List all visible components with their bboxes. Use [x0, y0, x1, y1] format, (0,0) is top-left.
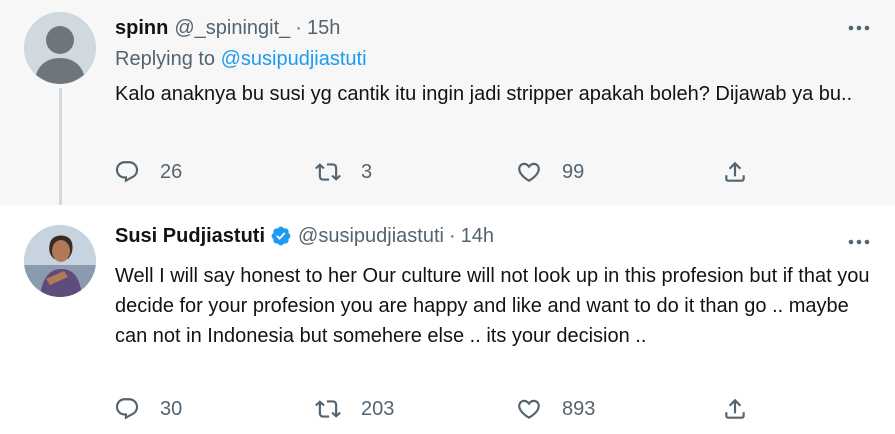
- like-button[interactable]: 893: [516, 393, 595, 425]
- retweet-count: 3: [361, 160, 373, 183]
- share-button[interactable]: [722, 156, 748, 188]
- share-button[interactable]: [722, 393, 748, 425]
- retweet-count: 203: [361, 397, 395, 420]
- separator-dot: ·: [295, 16, 302, 39]
- tweet-text: Well I will say honest to her Our cultur…: [115, 265, 870, 347]
- like-icon: [518, 162, 540, 182]
- replying-to: Replying to @susipudjiastuti: [115, 48, 367, 71]
- separator-dot: ·: [448, 224, 456, 247]
- retweet-icon: [315, 163, 341, 181]
- tweet-text: Kalo anaknya bu susi yg cantik itu ingin…: [115, 83, 853, 105]
- reply-button[interactable]: 26: [114, 156, 182, 188]
- timestamp[interactable]: 14h: [461, 225, 494, 248]
- like-count: 99: [562, 160, 585, 183]
- reply-icon: [115, 161, 139, 183]
- share-icon: [725, 161, 745, 182]
- more-options-button[interactable]: [845, 14, 873, 42]
- replying-to-label: Replying to: [115, 48, 216, 70]
- user-handle[interactable]: @susipudjiastuti: [298, 225, 444, 248]
- thread-connector-line: [59, 88, 62, 220]
- default-profile-icon: [24, 12, 96, 84]
- like-icon: [518, 399, 540, 419]
- user-handle[interactable]: @_spiningit_: [174, 17, 290, 40]
- retweet-icon: [315, 400, 341, 418]
- reply-icon: [115, 398, 139, 420]
- reply-button[interactable]: 30: [114, 393, 182, 425]
- like-count: 893: [562, 397, 596, 420]
- avatar-susi-pudjiastuti[interactable]: [24, 225, 96, 297]
- tweet-header: spinn @_spiningit_ · 15h: [115, 14, 340, 42]
- profile-photo: [24, 225, 96, 297]
- avatar-spinn[interactable]: [24, 12, 96, 84]
- tweet-header: Susi Pudjiastuti @susipudjiastuti · 14h: [115, 222, 494, 250]
- tweet-spinn[interactable]: spinn @_spiningit_ · 15h Replying to @su…: [0, 0, 895, 220]
- reply-count: 26: [160, 160, 183, 183]
- tweet-actions: 30 203 893: [112, 393, 772, 425]
- more-options-button[interactable]: [845, 228, 873, 256]
- retweet-button[interactable]: 203: [315, 393, 394, 425]
- verified-badge-icon: [270, 225, 292, 247]
- timestamp[interactable]: 15h: [307, 17, 340, 40]
- more-icon: [848, 25, 870, 31]
- like-button[interactable]: 99: [516, 156, 584, 188]
- share-icon: [725, 398, 745, 419]
- display-name[interactable]: Susi Pudjiastuti: [115, 225, 265, 248]
- display-name[interactable]: spinn: [115, 17, 168, 40]
- more-icon: [848, 239, 870, 245]
- tweet-susi-pudjiastuti[interactable]: Susi Pudjiastuti @susipudjiastuti · 14h …: [0, 205, 895, 434]
- reply-count: 30: [160, 397, 183, 420]
- retweet-button[interactable]: 3: [315, 156, 372, 188]
- replying-to-mention[interactable]: @susipudjiastuti: [221, 48, 367, 70]
- tweet-actions: 26 3 99: [112, 156, 772, 188]
